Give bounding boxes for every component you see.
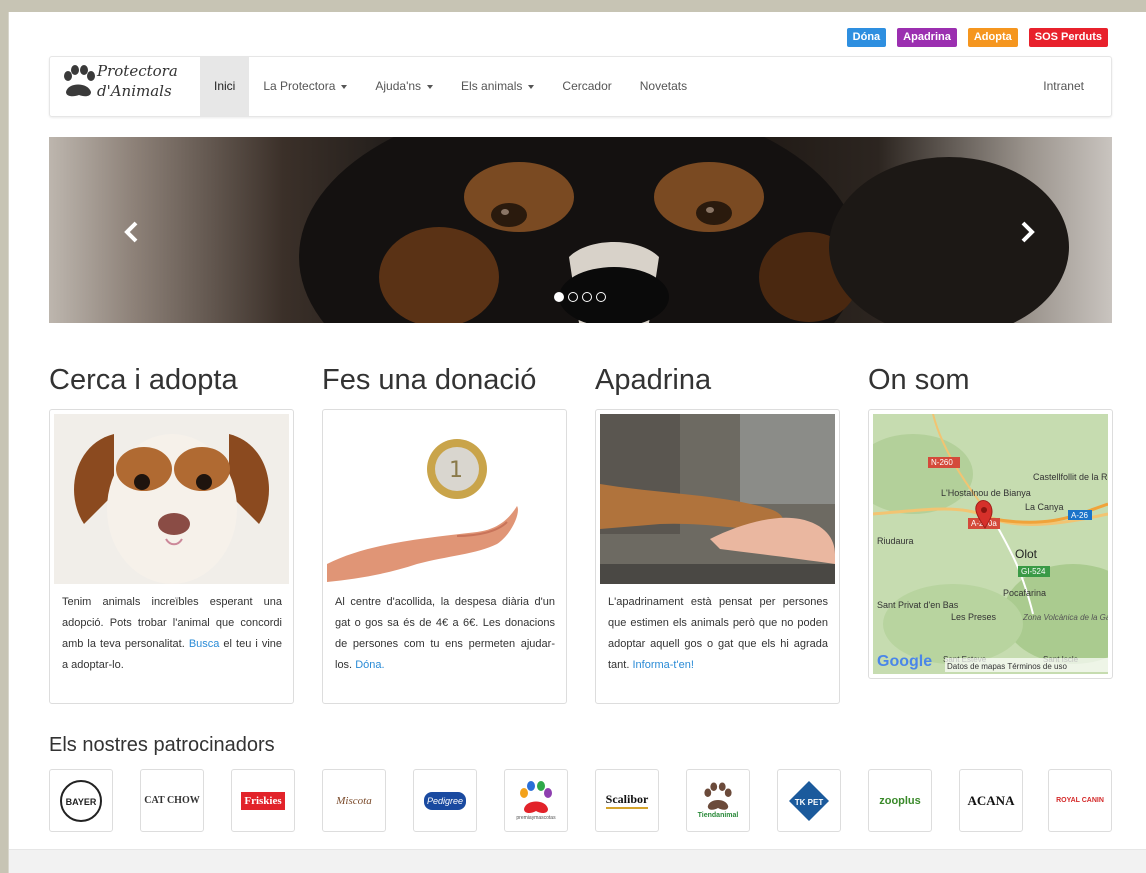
map-label: GI-524: [1021, 567, 1046, 576]
sponsor-logo-catchow[interactable]: CAT CHOW: [140, 769, 204, 832]
donation-card: 1 Al centre d'acollida, la despesa diàri…: [322, 409, 567, 704]
carousel-prev-icon[interactable]: [117, 217, 147, 247]
sponsor-logo-tiendanimal[interactable]: Tiendanimal: [686, 769, 750, 832]
sponsor-logo-scalibor[interactable]: Scalibor: [595, 769, 659, 832]
sponsor-card: L'apadrinament està pensat per persones …: [595, 409, 840, 704]
location-map[interactable]: N-260 L'Hostalnou de Bianya La Canya A-2…: [873, 414, 1108, 674]
caret-down-icon: [528, 84, 535, 89]
sponsor-logo-bayer[interactable]: BAYER: [49, 769, 113, 832]
paw-hand-photo: [600, 414, 835, 584]
brand-line1: Protectora: [97, 62, 178, 80]
map-label: Riudaura: [877, 536, 914, 546]
sponsor-label: ACANA: [967, 792, 1015, 808]
sponsor-info-link[interactable]: Informa-t'en!: [632, 659, 693, 671]
sponsor-label: ROYAL CANIN: [1056, 797, 1104, 804]
nav-label: Cercador: [562, 79, 612, 93]
sponsor-logo-premiaymascotas[interactable]: premiaymascotas: [504, 769, 568, 832]
map-label: La Canya: [1025, 502, 1064, 512]
coin-hand-photo: 1: [327, 414, 562, 584]
donate-link[interactable]: Dóna.: [355, 659, 384, 671]
carousel-indicators: [554, 292, 606, 302]
colorful-paw-icon: [520, 780, 552, 813]
quick-links: Dóna Apadrina Adopta SOS Perduts: [846, 28, 1108, 47]
map-label: A-26: [1071, 511, 1088, 520]
donation-text: Al centre d'acollida, la despesa diària …: [335, 592, 555, 676]
page-frame: Dóna Apadrina Adopta SOS Perduts Protect…: [8, 12, 1146, 873]
adopt-button[interactable]: Adopta: [967, 28, 1018, 47]
sponsor-logo-friskies[interactable]: Friskies: [231, 769, 295, 832]
sponsor-logo-zooplus[interactable]: zooplus: [868, 769, 932, 832]
sponsor-label: CAT CHOW: [144, 795, 200, 806]
dog-photo: [54, 414, 289, 584]
nav-item-novetats[interactable]: Novetats: [626, 57, 701, 116]
brand-line2: d'Animals: [97, 82, 172, 100]
adopt-card: Tenim animals increïbles esperant una ad…: [49, 409, 294, 704]
nav-item-inici[interactable]: Inici: [200, 57, 250, 116]
sponsor-logo-royalcanin[interactable]: ROYAL CANIN: [1048, 769, 1112, 832]
sponsor-label: TK PET: [795, 798, 824, 807]
nav-label: Ajuda'ns: [375, 79, 422, 93]
donate-button[interactable]: Dóna: [846, 28, 887, 47]
sponsor-logo-pedigree[interactable]: Pedigree: [413, 769, 477, 832]
nav-item-la-protectora[interactable]: La Protectora: [249, 57, 361, 116]
sponsors-list: BAYER CAT CHOW Friskies Miscota Pedigree…: [49, 769, 1112, 833]
carousel-dot[interactable]: [582, 292, 592, 302]
map-footer[interactable]: Datos de mapas Términos de uso: [947, 662, 1067, 671]
adopt-text: Tenim animals increïbles esperant una ad…: [62, 592, 282, 676]
map-label: Zona Volcànica de la Garrotxa: [1022, 613, 1108, 622]
sponsor-logo-acana[interactable]: ACANA: [959, 769, 1023, 832]
carousel-dot[interactable]: [554, 292, 564, 302]
sponsor-label: Tiendanimal: [697, 812, 739, 819]
footer-band: [9, 849, 1146, 873]
adopt-title: Cerca i adopta: [49, 364, 238, 396]
map-label: Olot: [1015, 547, 1038, 561]
sponsor-label: Friskies: [241, 791, 285, 810]
navbar: Protectora d'Animals Inici La Protectora…: [49, 56, 1112, 117]
nav-label: Novetats: [639, 79, 688, 93]
map-card: N-260 L'Hostalnou de Bianya La Canya A-2…: [868, 409, 1113, 679]
nav-label: Els animals: [461, 79, 523, 93]
location-title: On som: [868, 364, 970, 396]
map-label: Castellfollit de la Roca: [1033, 472, 1108, 482]
carousel-next-icon[interactable]: [1012, 217, 1042, 247]
sponsor-label: Pedigree: [423, 791, 467, 810]
sponsor-label: premiaymascotas: [516, 814, 556, 821]
nav-item-els-animals[interactable]: Els animals: [447, 57, 548, 116]
sponsor-logo-tkpet[interactable]: TK PET: [777, 769, 841, 832]
map-label: Les Preses: [951, 612, 997, 622]
sponsor-label: zooplus: [879, 794, 921, 807]
map-label: L'Hostalnou de Bianya: [941, 488, 1031, 498]
nav-label: Inici: [214, 79, 236, 93]
caret-down-icon: [341, 84, 348, 89]
brand-logo[interactable]: Protectora d'Animals: [60, 62, 190, 106]
sponsor-label: Miscota: [336, 794, 372, 807]
paw-icon: [64, 65, 95, 97]
adopt-search-link[interactable]: Busca: [189, 638, 220, 650]
sponsor-label: Scalibor: [605, 792, 649, 809]
nav-item-cercador[interactable]: Cercador: [548, 57, 625, 116]
nav-item-ajudans[interactable]: Ajuda'ns: [361, 57, 447, 116]
sponsors-title: Els nostres patrocinadors: [49, 734, 275, 756]
sponsor-title: Apadrina: [595, 364, 712, 396]
caret-down-icon: [427, 84, 434, 89]
sponsor-label: BAYER: [66, 797, 97, 807]
intranet-link[interactable]: Intranet: [1043, 57, 1084, 116]
svg-text:1: 1: [449, 458, 463, 483]
sos-lost-button[interactable]: SOS Perduts: [1028, 28, 1108, 47]
sponsor-button[interactable]: Apadrina: [897, 28, 957, 47]
map-label: Sant Privat d'en Bas: [877, 600, 959, 610]
brown-paw-icon: [704, 782, 732, 810]
map-label: N-260: [931, 458, 953, 467]
carousel-dot[interactable]: [596, 292, 606, 302]
donation-title: Fes una donació: [322, 364, 537, 396]
main-nav: Inici La Protectora Ajuda'ns Els animals…: [200, 57, 701, 116]
sponsor-text: L'apadrinament està pensat per persones …: [608, 592, 828, 676]
google-logo: Google: [877, 653, 932, 670]
map-label: Pocafarina: [1003, 588, 1046, 598]
hero-carousel: [49, 137, 1112, 323]
nav-label: La Protectora: [263, 79, 336, 93]
sponsor-logo-miscota[interactable]: Miscota: [322, 769, 386, 832]
carousel-dot[interactable]: [568, 292, 578, 302]
